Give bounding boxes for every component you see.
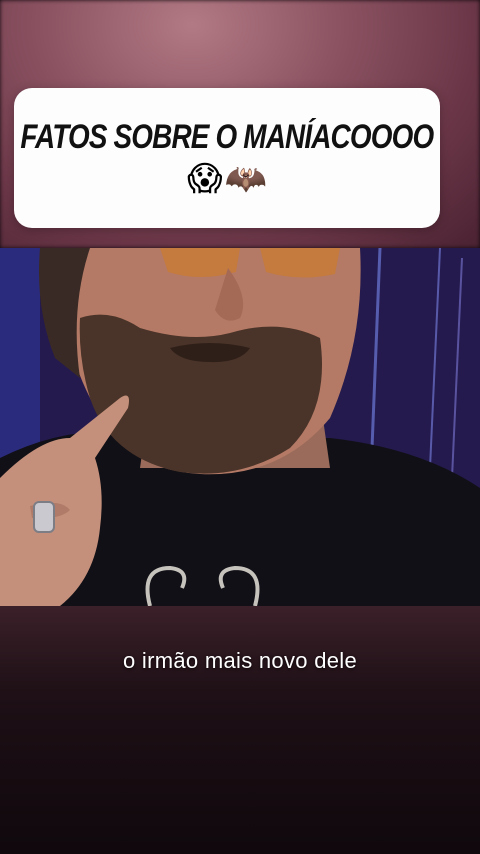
bat-emoji-icon: 🦇 [224, 159, 267, 199]
video-still-illustration [0, 248, 480, 606]
title-card: FATOS SOBRE O MANÍACOOOO 😱 🦇 [14, 88, 440, 228]
screaming-face-emoji-icon: 😱 [187, 159, 223, 199]
title-emoji-row: 😱 🦇 [187, 159, 267, 199]
blurred-background-bottom [0, 606, 480, 854]
video-subtitle-caption: o irmão mais novo dele [122, 648, 358, 673]
video-frame[interactable] [0, 248, 480, 606]
video-title: FATOS SOBRE O MANÍACOOOO [20, 118, 435, 156]
